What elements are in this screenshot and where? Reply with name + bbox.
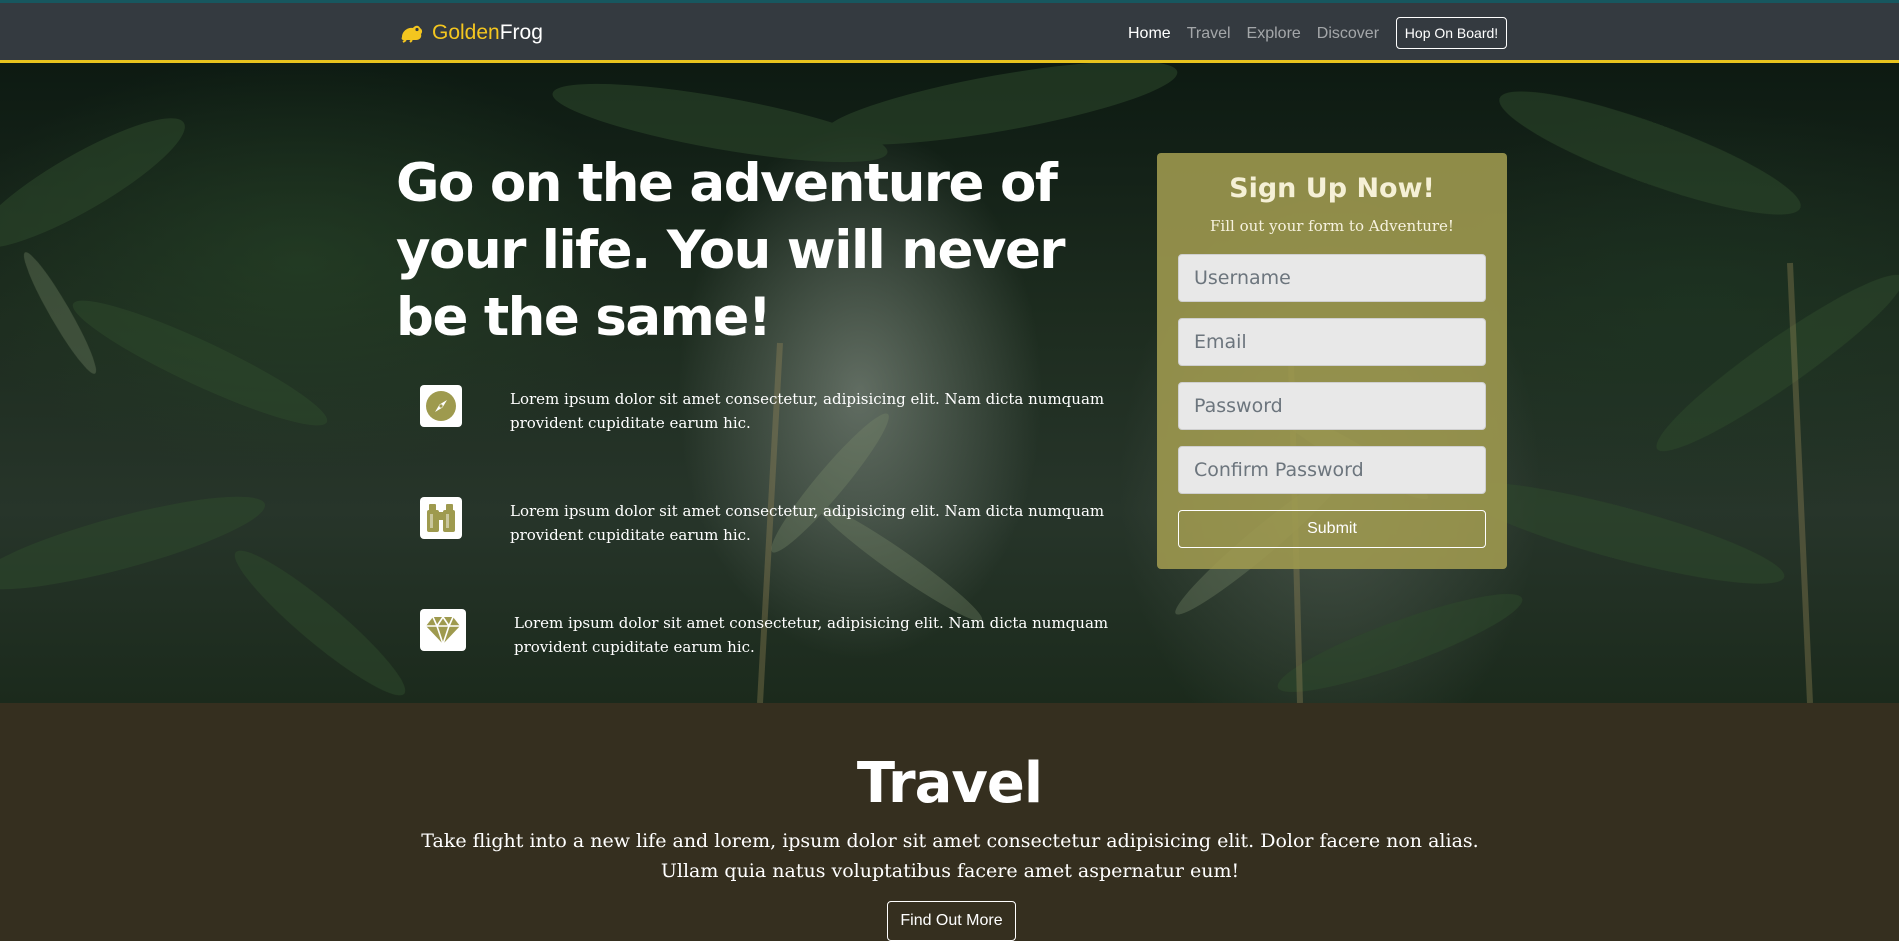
navbar: Golden Frog Home Travel Explore Discover … <box>0 0 1899 63</box>
feature-text: Lorem ipsum dolor sit amet consectetur, … <box>510 390 1105 432</box>
feature-text: Lorem ipsum dolor sit amet consectetur, … <box>514 614 1109 656</box>
password-input[interactable] <box>1178 382 1486 430</box>
submit-button[interactable]: Submit <box>1178 510 1486 548</box>
binoculars-icon <box>420 497 462 539</box>
nav-link-travel[interactable]: Travel <box>1187 25 1231 43</box>
signup-card: Sign Up Now! Fill out your form to Adven… <box>1157 153 1507 569</box>
brand-logo[interactable]: Golden Frog <box>400 21 543 45</box>
compass-icon <box>420 385 462 427</box>
diamond-icon <box>420 609 466 651</box>
confirm-password-input[interactable] <box>1178 446 1486 494</box>
travel-description: Take flight into a new life and lorem, i… <box>421 830 1479 882</box>
travel-section: Travel Take flight into a new life and l… <box>0 703 1899 941</box>
brand-name-frog: Frog <box>499 21 543 44</box>
nav-link-home[interactable]: Home <box>1128 25 1171 43</box>
find-out-more-button[interactable]: Find Out More <box>887 901 1016 941</box>
nav-link-discover[interactable]: Discover <box>1317 25 1379 43</box>
email-input[interactable] <box>1178 318 1486 366</box>
nav-link-explore[interactable]: Explore <box>1247 25 1301 43</box>
nav-links: Home Travel Explore Discover <box>1128 25 1395 43</box>
feature-text: Lorem ipsum dolor sit amet consectetur, … <box>510 502 1105 544</box>
signup-subtitle: Fill out your form to Adventure! <box>1210 217 1454 235</box>
hero-section: Go on the adventure of your life. You wi… <box>0 63 1899 703</box>
hop-on-board-button[interactable]: Hop On Board! <box>1396 17 1507 49</box>
brand-name-golden: Golden <box>432 21 500 44</box>
hero-title: Go on the adventure of your life. You wi… <box>396 153 1066 348</box>
frog-icon <box>401 25 423 43</box>
username-input[interactable] <box>1178 254 1486 302</box>
signup-title: Sign Up Now! <box>1229 173 1435 204</box>
travel-title: Travel <box>856 751 1043 816</box>
